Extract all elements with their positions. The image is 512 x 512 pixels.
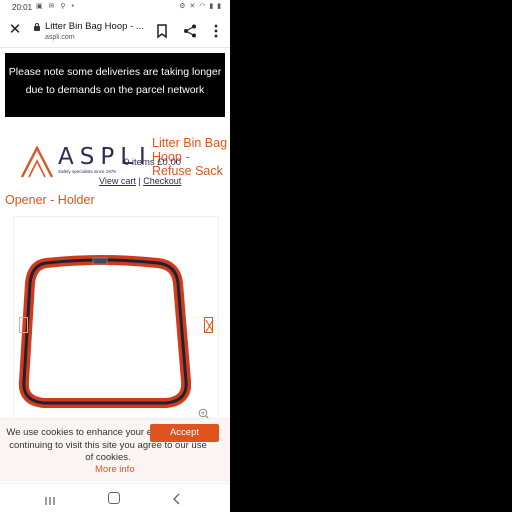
checkout-link[interactable]: Checkout — [143, 176, 181, 186]
cart-separator: | — [138, 176, 141, 186]
more-info-link[interactable]: More info — [95, 464, 135, 475]
system-status-icons: ⚙ ✕ ◠ ▮ ▮ — [179, 3, 222, 10]
view-cart-link[interactable]: View cart — [99, 176, 136, 186]
status-time: 20:01 — [12, 3, 33, 12]
page-url[interactable]: aspli.com — [45, 34, 75, 41]
browser-toolbar: ✕ Litter Bin Bag Hoop - ... aspli.com — [0, 15, 230, 48]
lock-icon — [34, 23, 40, 31]
close-icon[interactable]: ✕ — [7, 22, 23, 38]
recents-icon[interactable] — [44, 493, 56, 505]
cookie-banner: We use cookies to enhance your experienc… — [0, 418, 230, 482]
cart-links: View cart | Checkout — [99, 176, 181, 186]
product-title-continued: Opener - Holder — [5, 193, 95, 207]
prev-image-button[interactable] — [19, 317, 28, 333]
share-icon[interactable] — [183, 23, 197, 39]
system-nav-bar — [0, 483, 230, 512]
status-bar: 20:01 ▣ ✉ ⚲ • ⚙ ✕ ◠ ▮ ▮ — [0, 0, 230, 15]
bookmark-icon[interactable] — [155, 23, 169, 39]
phone-screen: 20:01 ▣ ✉ ⚲ • ⚙ ✕ ◠ ▮ ▮ ✕ Litter Bin Bag… — [0, 0, 230, 512]
product-gallery[interactable] — [13, 216, 219, 426]
home-icon[interactable] — [108, 492, 120, 504]
accept-cookies-button[interactable]: Accept — [150, 424, 219, 442]
logo-mark-icon — [20, 146, 54, 178]
notification-icons: ▣ ✉ ⚲ • — [36, 3, 76, 10]
logo-tagline: Safety specialists since 1978 — [58, 169, 116, 174]
product-image[interactable] — [16, 249, 191, 409]
next-image-button[interactable] — [204, 317, 214, 333]
page-title[interactable]: Litter Bin Bag Hoop - ... — [45, 21, 145, 32]
delivery-notice: Please note some deliveries are taking l… — [5, 53, 225, 117]
back-icon[interactable] — [172, 492, 182, 505]
more-vert-icon[interactable] — [210, 23, 222, 39]
cart-summary[interactable]: 0 items £0.00 — [124, 157, 181, 168]
